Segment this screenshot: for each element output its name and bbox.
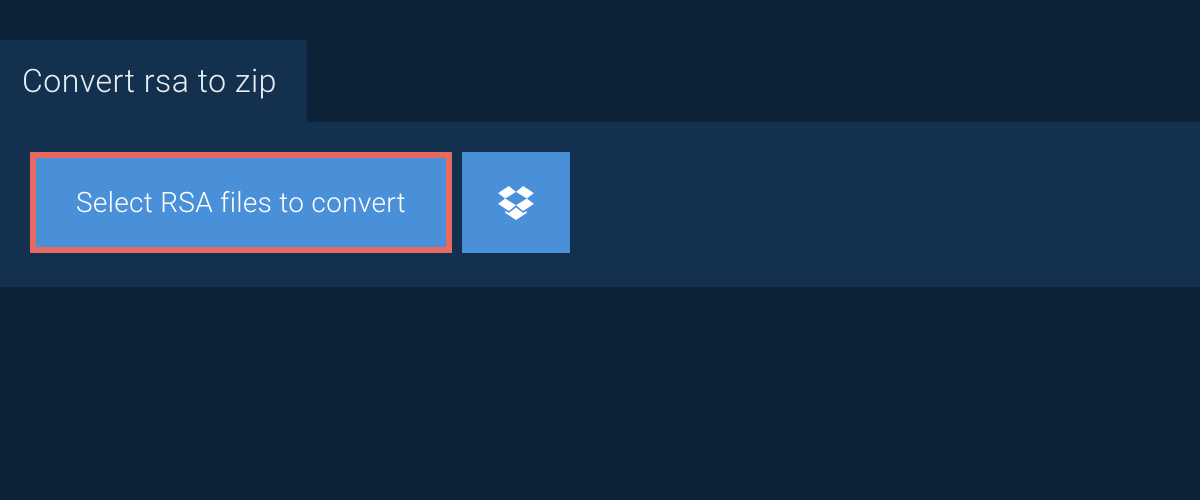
dropbox-button[interactable] [462,152,570,253]
conversion-panel: Select RSA files to convert [0,122,1200,287]
select-files-label: Select RSA files to convert [76,186,406,219]
select-files-button[interactable]: Select RSA files to convert [30,152,452,253]
button-row: Select RSA files to convert [30,152,1170,253]
tab-title: Convert rsa to zip [22,62,277,100]
dropbox-icon [498,186,534,220]
active-tab[interactable]: Convert rsa to zip [0,40,307,122]
